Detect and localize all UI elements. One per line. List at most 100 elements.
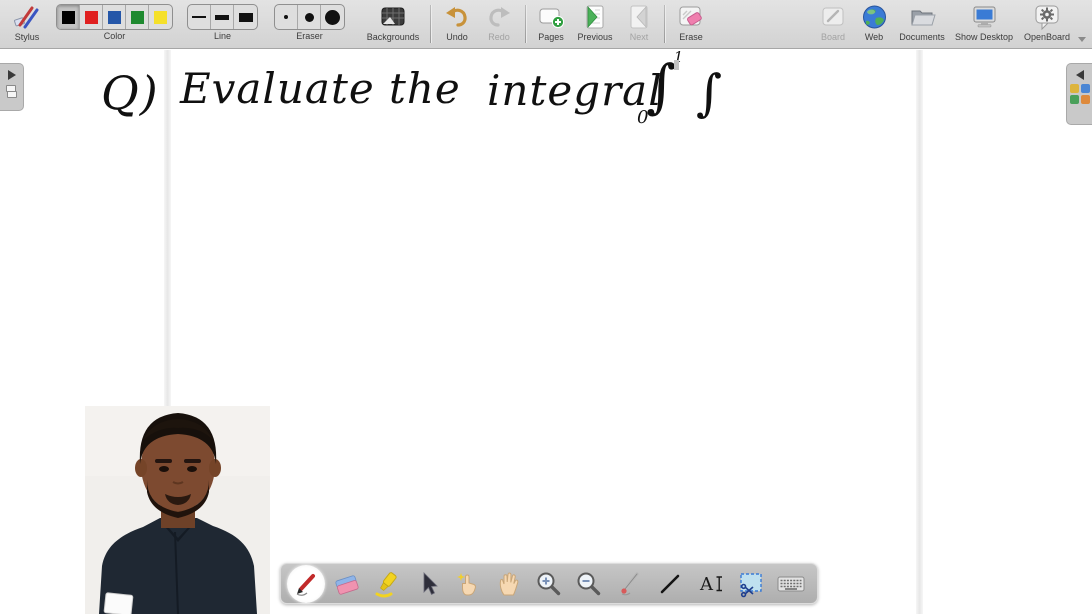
page-margin-line-right	[916, 50, 923, 614]
openboard-gear-icon	[1034, 4, 1060, 31]
line-thick-button[interactable]	[234, 5, 257, 29]
webcam-video	[85, 406, 270, 614]
color-swatch-red[interactable]	[80, 5, 103, 29]
library-media-icon	[1081, 84, 1090, 93]
page-thumbnails-icon	[6, 85, 17, 99]
next-icon	[627, 4, 651, 31]
toolbar-separator	[430, 5, 431, 43]
handwriting-integral-second: ∫	[696, 64, 722, 122]
hand-tool[interactable]	[490, 565, 528, 603]
line-group: Line	[187, 3, 258, 41]
medium-line-icon	[215, 15, 229, 20]
keyboard-tool[interactable]	[772, 565, 810, 603]
pages-panel-toggle[interactable]	[0, 63, 24, 111]
top-toolbar: Stylus Color Line	[0, 0, 1092, 49]
toolbar-separator	[525, 5, 526, 43]
library-icons	[1070, 84, 1090, 104]
color-group: Color	[56, 3, 173, 41]
pages-button[interactable]: Pages	[531, 3, 571, 47]
pages-icon	[538, 4, 565, 30]
integral-lower-limit: 0	[637, 107, 648, 128]
pointer-tool[interactable]	[611, 565, 649, 603]
pen-icon	[292, 570, 320, 598]
color-label: Color	[104, 31, 126, 41]
zoom-out-tool[interactable]	[570, 565, 608, 603]
whiteboard-canvas[interactable]: Q) Evaluate the integral ∫ 1 0 ∫	[0, 50, 1092, 614]
color-swatch-black[interactable]	[57, 5, 80, 29]
web-label: Web	[865, 32, 883, 42]
erase-page-button[interactable]: Erase	[670, 3, 712, 47]
svg-text:A: A	[699, 574, 714, 595]
eraser-group: Eraser	[274, 3, 345, 41]
selector-tool[interactable]	[409, 565, 447, 603]
handwriting-word-the: the	[389, 64, 461, 113]
handwriting-integral-first: ∫ 1 0	[646, 52, 676, 120]
board-mode-button: Board	[812, 3, 854, 47]
eraser-tool[interactable]	[328, 565, 366, 603]
highlighter-tool[interactable]	[368, 565, 406, 603]
redo-label: Redo	[488, 32, 510, 42]
text-icon: A	[697, 570, 725, 598]
erase-icon	[678, 4, 704, 30]
board-icon	[820, 4, 846, 30]
openboard-label: OpenBoard	[1024, 32, 1070, 42]
color-swatch-blue[interactable]	[103, 5, 126, 29]
thin-line-icon	[192, 16, 206, 18]
integral-sign: ∫	[696, 64, 722, 122]
cursor-arrow-icon	[414, 570, 442, 598]
pages-label: Pages	[538, 32, 564, 42]
next-page-button: Next	[619, 3, 659, 47]
expand-right-arrow-icon	[8, 70, 16, 80]
show-desktop-icon	[971, 4, 998, 30]
interact-tool[interactable]	[449, 565, 487, 603]
green-swatch-icon	[131, 11, 144, 24]
backgrounds-label: Backgrounds	[367, 32, 420, 42]
web-mode-button[interactable]: Web	[854, 3, 894, 47]
yellow-swatch-icon	[154, 11, 167, 24]
zoom-in-tool[interactable]	[530, 565, 568, 603]
stylus-label: Stylus	[15, 32, 40, 42]
openboard-window: Stylus Color Line	[0, 0, 1092, 614]
line-tool[interactable]	[651, 565, 689, 603]
previous-page-button[interactable]: Previous	[571, 3, 619, 47]
erase-label: Erase	[679, 32, 703, 42]
undo-label: Undo	[446, 32, 468, 42]
undo-button[interactable]: Undo	[436, 3, 478, 47]
toolbar-overflow-arrow-icon[interactable]	[1078, 37, 1086, 42]
redo-button: Redo	[478, 3, 520, 47]
eraser-large-button[interactable]	[321, 5, 344, 29]
previous-icon	[583, 4, 607, 31]
stylus-icon	[14, 4, 40, 30]
large-dot-icon	[325, 10, 340, 25]
zoom-in-icon	[535, 570, 563, 598]
library-panel-toggle[interactable]	[1066, 63, 1092, 125]
small-dot-icon	[284, 15, 288, 19]
handwriting-question-label: Q)	[101, 66, 159, 120]
line-medium-button[interactable]	[211, 5, 234, 29]
library-apps-icon	[1081, 95, 1090, 104]
backgrounds-button[interactable]: Backgrounds	[361, 3, 425, 47]
previous-label: Previous	[577, 32, 612, 42]
line-icon	[656, 570, 684, 598]
thick-line-icon	[239, 13, 253, 22]
eraser-small-button[interactable]	[275, 5, 298, 29]
blue-swatch-icon	[108, 11, 121, 24]
documents-label: Documents	[899, 32, 945, 42]
color-swatch-yellow[interactable]	[149, 5, 172, 29]
openboard-settings-button[interactable]: OpenBoard	[1018, 3, 1076, 47]
eraser-medium-button[interactable]	[298, 5, 321, 29]
pen-cursor-artifact	[674, 60, 679, 70]
text-tool[interactable]: A	[692, 565, 730, 603]
stylus-button[interactable]: Stylus	[6, 3, 48, 47]
documents-mode-button[interactable]: Documents	[894, 3, 950, 47]
pen-tool[interactable]	[287, 565, 325, 603]
instructor-portrait	[85, 406, 270, 614]
line-thin-button[interactable]	[188, 5, 211, 29]
show-desktop-button[interactable]: Show Desktop	[950, 3, 1018, 47]
color-swatch-green[interactable]	[126, 5, 149, 29]
capture-tool[interactable]	[732, 565, 770, 603]
next-label: Next	[630, 32, 649, 42]
open-hand-icon	[495, 570, 523, 598]
black-swatch-icon	[62, 11, 75, 24]
capture-icon	[737, 570, 765, 598]
